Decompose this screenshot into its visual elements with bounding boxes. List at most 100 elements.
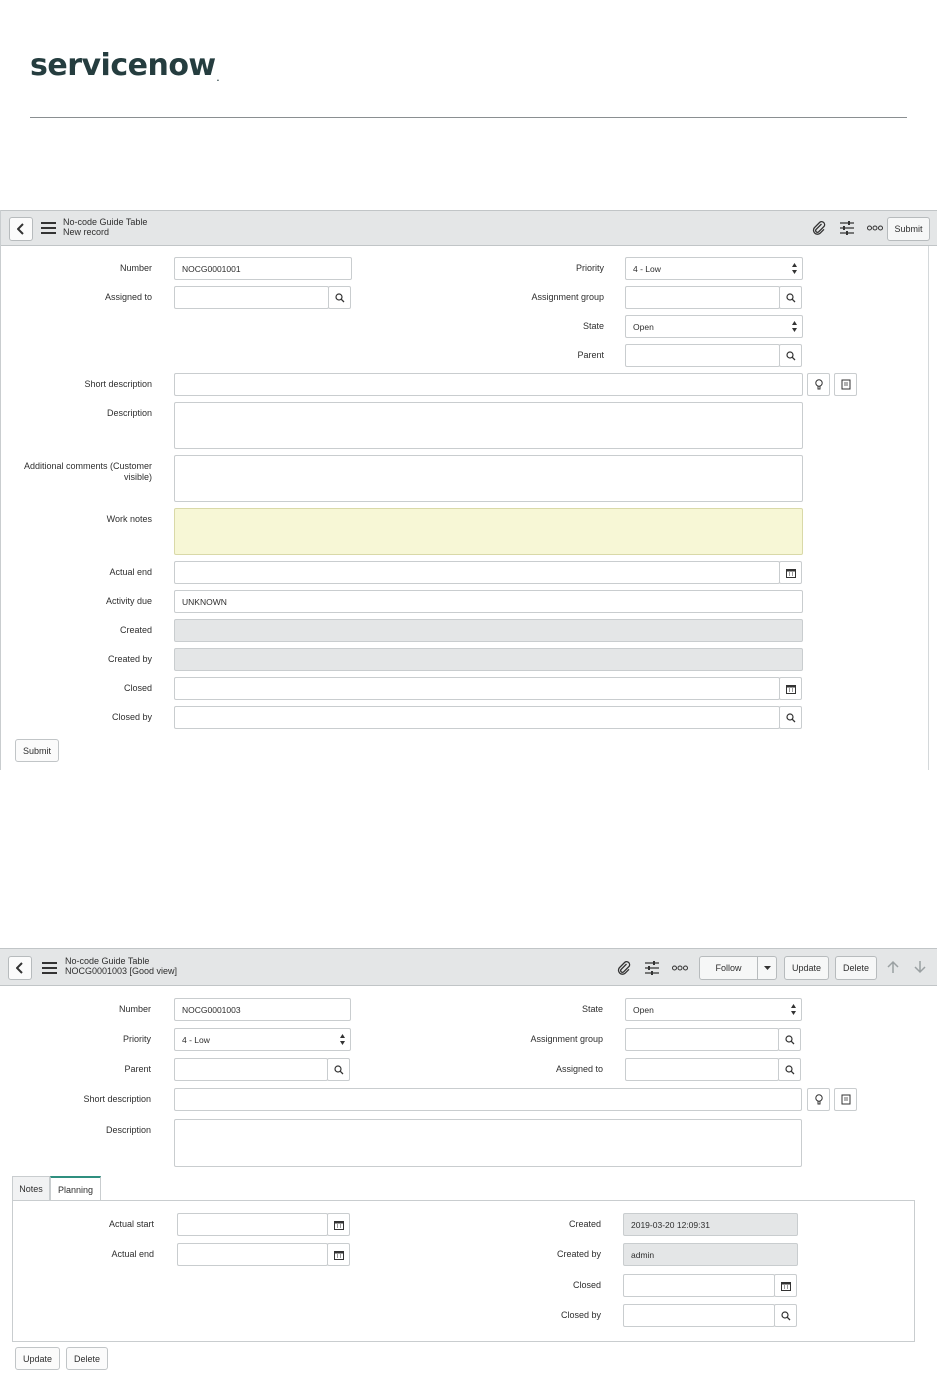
search-icon bbox=[334, 292, 344, 302]
form-title: No-code Guide Table New record bbox=[63, 217, 147, 237]
priority-value: 4 - Low bbox=[633, 263, 661, 274]
number-field[interactable]: NOCG0001003 bbox=[174, 998, 351, 1021]
actual-end-label: Actual end bbox=[109, 567, 152, 577]
calendar-icon bbox=[333, 1250, 344, 1260]
logo-text: servicenow bbox=[30, 48, 216, 83]
suggestion-button[interactable] bbox=[807, 1088, 830, 1111]
back-button[interactable] bbox=[9, 217, 33, 241]
suggestion-button[interactable] bbox=[807, 373, 830, 396]
priority-select[interactable]: 4 - Low bbox=[625, 257, 803, 280]
actual-end-label: Actual end bbox=[111, 1249, 154, 1259]
knowledge-search-button[interactable] bbox=[834, 373, 857, 396]
more-options-icon[interactable] bbox=[867, 219, 883, 237]
tab-planning[interactable]: Planning bbox=[50, 1176, 101, 1201]
record-title: New record bbox=[63, 227, 110, 237]
assigned-to-lookup-button[interactable] bbox=[328, 286, 351, 309]
short-description-label: Short description bbox=[83, 1094, 151, 1104]
created-by-label: Created by bbox=[556, 1249, 601, 1259]
short-description-field[interactable] bbox=[174, 1088, 802, 1111]
existing-record-form: No-code Guide Table NOCG0001003 [Good vi… bbox=[0, 948, 937, 1376]
chevron-left-icon bbox=[17, 223, 24, 235]
knowledge-search-button[interactable] bbox=[834, 1088, 857, 1111]
description-textarea[interactable] bbox=[174, 402, 803, 449]
select-arrows-icon bbox=[792, 321, 797, 332]
assignment-group-lookup-button[interactable] bbox=[779, 286, 802, 309]
follow-button[interactable]: Follow bbox=[699, 956, 758, 980]
search-icon bbox=[333, 1064, 343, 1074]
back-button[interactable] bbox=[8, 956, 32, 980]
state-select[interactable]: Open bbox=[625, 998, 802, 1021]
priority-label: Priority bbox=[575, 263, 604, 273]
calendar-icon bbox=[780, 1281, 791, 1291]
header-update-button[interactable]: Update bbox=[784, 956, 829, 980]
parent-field[interactable] bbox=[625, 344, 780, 367]
previous-record-arrow-icon[interactable] bbox=[886, 960, 900, 979]
additional-comments-textarea[interactable] bbox=[174, 455, 803, 502]
assigned-to-lookup-button[interactable] bbox=[778, 1058, 801, 1081]
submit-button[interactable]: Submit bbox=[15, 739, 59, 762]
chevron-left-icon bbox=[16, 962, 23, 974]
select-arrows-icon bbox=[792, 263, 797, 274]
assigned-to-field[interactable] bbox=[174, 286, 329, 309]
paperclip-icon[interactable] bbox=[616, 959, 632, 977]
actual-start-field[interactable] bbox=[177, 1213, 328, 1236]
actual-end-field[interactable] bbox=[174, 561, 780, 584]
personalize-sliders-icon[interactable] bbox=[839, 219, 855, 237]
form-title: No-code Guide Table NOCG0001003 [Good vi… bbox=[65, 956, 177, 976]
tab-notes[interactable]: Notes bbox=[12, 1176, 50, 1201]
assignment-group-field[interactable] bbox=[625, 1028, 779, 1051]
delete-button[interactable]: Delete bbox=[66, 1347, 108, 1370]
parent-field[interactable] bbox=[174, 1058, 328, 1081]
table-name: No-code Guide Table bbox=[65, 956, 150, 966]
follow-dropdown-button[interactable] bbox=[757, 956, 777, 980]
closed-by-lookup-button[interactable] bbox=[779, 706, 802, 729]
parent-lookup-button[interactable] bbox=[779, 344, 802, 367]
actual-start-calendar-button[interactable] bbox=[327, 1213, 350, 1236]
activity-due-field[interactable]: UNKNOWN bbox=[174, 590, 803, 613]
state-label: State bbox=[581, 1004, 603, 1014]
assignment-group-field[interactable] bbox=[625, 286, 780, 309]
header-submit-button[interactable]: Submit bbox=[887, 217, 930, 241]
scrollbar[interactable] bbox=[928, 246, 929, 770]
closed-field[interactable] bbox=[174, 677, 780, 700]
servicenow-logo: servicenow. bbox=[30, 48, 219, 83]
parent-lookup-button[interactable] bbox=[327, 1058, 350, 1081]
parent-label: Parent bbox=[124, 1064, 151, 1074]
activity-due-label: Activity due bbox=[105, 596, 152, 606]
actual-end-calendar-button[interactable] bbox=[327, 1243, 350, 1266]
closed-label: Closed bbox=[123, 683, 152, 693]
work-notes-textarea[interactable] bbox=[174, 508, 803, 555]
priority-select[interactable]: 4 - Low bbox=[174, 1028, 351, 1051]
number-field[interactable]: NOCG0001001 bbox=[174, 257, 352, 280]
description-label: Description bbox=[106, 408, 152, 418]
short-description-field[interactable] bbox=[174, 373, 803, 396]
paperclip-icon[interactable] bbox=[811, 219, 827, 237]
actual-start-label: Actual start bbox=[108, 1219, 154, 1229]
closed-calendar-button[interactable] bbox=[774, 1274, 797, 1297]
update-button[interactable]: Update bbox=[15, 1347, 60, 1370]
actual-end-calendar-button[interactable] bbox=[779, 561, 802, 584]
personalize-sliders-icon[interactable] bbox=[644, 959, 660, 977]
menu-icon[interactable] bbox=[41, 222, 56, 234]
closed-field[interactable] bbox=[623, 1274, 775, 1297]
actual-end-field[interactable] bbox=[177, 1243, 328, 1266]
assignment-group-lookup-button[interactable] bbox=[778, 1028, 801, 1051]
closed-by-field[interactable] bbox=[174, 706, 780, 729]
more-options-icon[interactable] bbox=[672, 959, 688, 977]
closed-by-field[interactable] bbox=[623, 1304, 775, 1327]
closed-by-lookup-button[interactable] bbox=[774, 1304, 797, 1327]
created-label: Created bbox=[119, 625, 152, 635]
search-icon bbox=[784, 1034, 794, 1044]
header-delete-button[interactable]: Delete bbox=[835, 956, 877, 980]
menu-icon[interactable] bbox=[42, 962, 57, 974]
assigned-to-field[interactable] bbox=[625, 1058, 779, 1081]
closed-by-label: Closed by bbox=[560, 1310, 601, 1320]
priority-value: 4 - Low bbox=[182, 1034, 210, 1045]
closed-calendar-button[interactable] bbox=[779, 677, 802, 700]
next-record-arrow-icon[interactable] bbox=[913, 960, 927, 979]
created-field: 2019-03-20 12:09:31 bbox=[623, 1213, 798, 1236]
state-select[interactable]: Open bbox=[625, 315, 803, 338]
search-icon bbox=[785, 712, 795, 722]
description-textarea[interactable] bbox=[174, 1119, 802, 1167]
search-icon bbox=[780, 1310, 790, 1320]
